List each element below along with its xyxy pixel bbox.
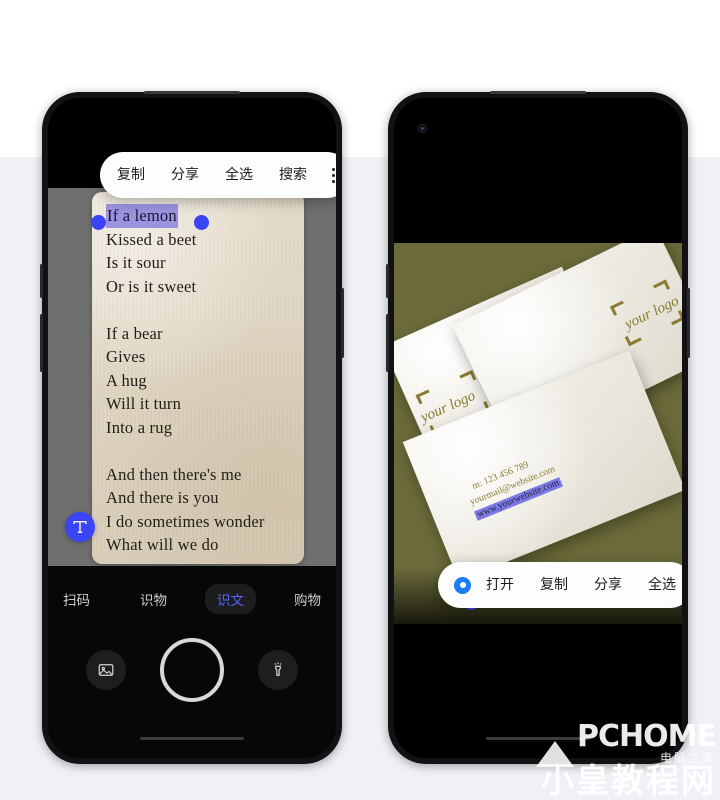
poem-line[interactable]: A hug [106, 369, 304, 393]
camera-bottom-bar: 扫码 识物 识文 购物 [48, 566, 336, 758]
mode-tab-shopping[interactable]: 购物 [282, 584, 333, 614]
image-gallery-icon[interactable] [86, 650, 126, 690]
poem-line[interactable]: Into a rug [106, 416, 304, 440]
context-menu-item-share[interactable]: 分享 [581, 562, 635, 608]
context-menu-item-share[interactable]: 分享 [158, 152, 212, 198]
poem-line-blank [106, 298, 304, 322]
left-phone-screen: If a lemon Kissed a beet Is it sour Or i… [48, 98, 336, 758]
shutter-button[interactable] [160, 638, 224, 702]
power-button[interactable] [341, 288, 344, 358]
context-menu-item-copy[interactable]: 复制 [527, 562, 581, 608]
text-context-menu[interactable]: 打开 复制 分享 全选 [438, 562, 682, 608]
text-context-menu[interactable]: 复制 分享 全选 搜索 [100, 152, 336, 198]
home-indicator[interactable] [486, 737, 590, 740]
poem-line[interactable]: Kissed a beet [106, 228, 304, 252]
poem-line[interactable]: I do sometimes wonder [106, 510, 304, 534]
volume-up-button[interactable] [386, 264, 389, 298]
poem-line[interactable]: What will we do [106, 533, 304, 557]
context-menu-item-copy[interactable]: 复制 [104, 152, 158, 198]
poem-line[interactable]: Gives [106, 345, 304, 369]
photo-viewer[interactable]: your logo your logo m: 123 456 789 yourm… [394, 243, 682, 624]
front-camera-icon [418, 124, 427, 133]
right-phone-device: your logo your logo m: 123 456 789 yourm… [386, 91, 690, 764]
right-phone-screen: your logo your logo m: 123 456 789 yourm… [394, 98, 682, 758]
earpiece-speaker [144, 91, 240, 94]
context-menu-item-open[interactable]: 打开 [473, 562, 527, 608]
poem-line-blank [106, 439, 304, 463]
poem-line[interactable]: Or is it sweet [106, 275, 304, 299]
text-recognition-icon[interactable] [65, 512, 95, 542]
earpiece-speaker [490, 91, 586, 94]
mode-tab-identify-text[interactable]: 识文 [205, 584, 256, 614]
left-phone-device: If a lemon Kissed a beet Is it sour Or i… [40, 91, 344, 764]
right-phone-bezel: your logo your logo m: 123 456 789 yourm… [394, 98, 682, 758]
flashlight-icon[interactable] [258, 650, 298, 690]
camera-mode-tabs: 扫码 识物 识文 购物 [48, 584, 336, 614]
left-phone-bezel: If a lemon Kissed a beet Is it sour Or i… [48, 98, 336, 758]
context-menu-item-select-all[interactable]: 全选 [635, 562, 682, 608]
volume-down-button[interactable] [40, 314, 43, 372]
open-link-radio-icon[interactable] [454, 576, 471, 594]
poem-line[interactable]: If a bear [106, 322, 304, 346]
power-button[interactable] [687, 288, 690, 358]
context-menu-item-search[interactable]: 搜索 [266, 152, 320, 198]
poem-line[interactable]: And there is you [106, 486, 304, 510]
selection-handle-start[interactable] [91, 215, 106, 230]
selection-handle-end[interactable] [194, 215, 209, 230]
more-vertical-icon[interactable] [320, 152, 336, 198]
scanned-paper[interactable]: If a lemon Kissed a beet Is it sour Or i… [92, 192, 304, 564]
selected-text[interactable]: If a lemon [106, 204, 178, 228]
poem-line[interactable]: Is it sour [106, 251, 304, 275]
poem-line[interactable]: And then there's me [106, 463, 304, 487]
poem-line[interactable]: Will it turn [106, 392, 304, 416]
mode-tab-identify-object[interactable]: 识物 [128, 584, 179, 614]
context-menu-item-select-all[interactable]: 全选 [212, 152, 266, 198]
volume-down-button[interactable] [386, 314, 389, 372]
camera-viewport[interactable]: If a lemon Kissed a beet Is it sour Or i… [48, 98, 336, 566]
mode-tab-scan-code[interactable]: 扫码 [51, 584, 102, 614]
home-indicator[interactable] [140, 737, 244, 740]
volume-up-button[interactable] [40, 264, 43, 298]
camera-controls [48, 638, 336, 702]
